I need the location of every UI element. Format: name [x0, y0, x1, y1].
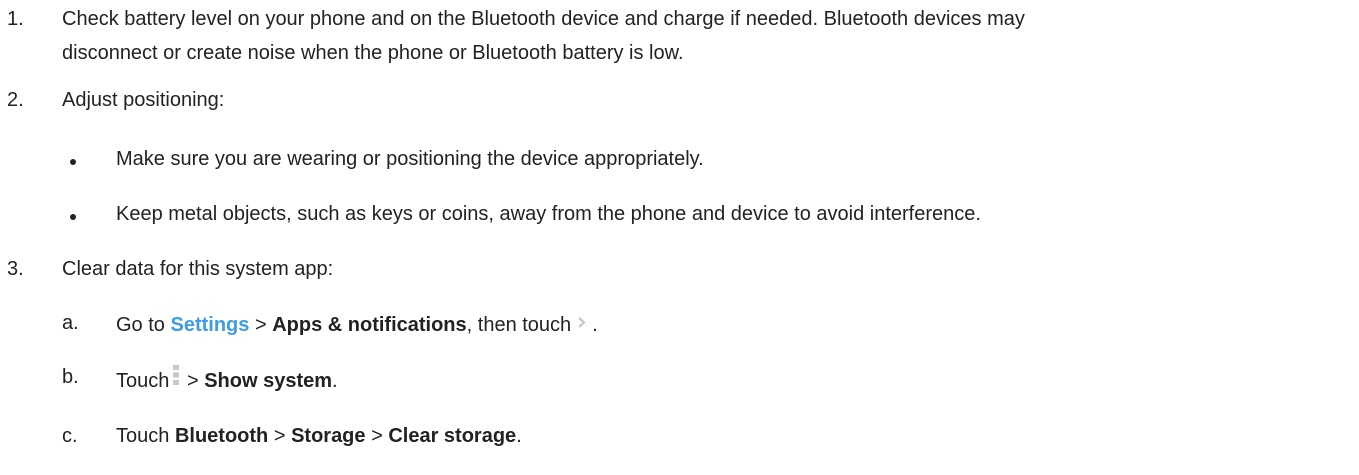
text: Touch [116, 369, 170, 392]
substep-c: Touch Bluetooth > Storage > Clear storag… [116, 422, 522, 451]
show-system-label: Show system [204, 369, 333, 392]
substep-letter: b. [62, 366, 79, 388]
bullet-dot [70, 159, 76, 165]
settings-link[interactable]: Settings [170, 314, 249, 336]
text: . [592, 314, 598, 336]
bullet-text: Keep metal objects, such as keys or coin… [116, 203, 981, 225]
step-text-line: disconnect or create noise when the phon… [62, 42, 684, 64]
substep-letter: a. [62, 312, 79, 334]
chevron-right-icon [577, 309, 586, 338]
apps-notifications-label: Apps & notifications [272, 314, 467, 336]
separator: > [254, 314, 267, 336]
separator: > [186, 369, 199, 392]
clear-storage-label: Clear storage [388, 425, 517, 447]
substep-a: Go to Settings > Apps & notifications, t… [116, 311, 598, 340]
substep-b: Touch > Show system. [116, 364, 338, 397]
step-text-line: Check battery level on your phone and on… [62, 8, 1025, 30]
text: Go to [116, 314, 165, 336]
bullet-dot [70, 214, 76, 220]
text: . [516, 425, 522, 447]
separator: > [371, 425, 383, 447]
more-vert-icon [173, 364, 180, 395]
step-number: 3. [7, 258, 24, 280]
step-text: Clear data for this system app: [62, 258, 334, 280]
separator: > [273, 425, 286, 447]
text: Touch [116, 425, 170, 447]
step-text: Adjust positioning: [62, 89, 225, 111]
bluetooth-label: Bluetooth [174, 425, 269, 447]
text: . [332, 369, 338, 392]
step-number: 2. [7, 89, 24, 111]
text: , then touch [466, 314, 572, 336]
substep-letter: c. [62, 425, 78, 447]
step-number: 1. [7, 8, 24, 30]
bullet-text: Make sure you are wearing or positioning… [116, 148, 704, 170]
storage-label: Storage [291, 425, 366, 447]
